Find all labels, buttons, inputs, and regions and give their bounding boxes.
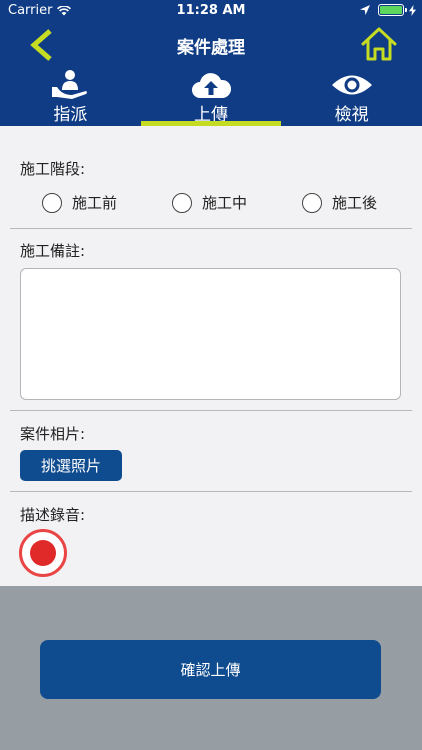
home-button[interactable]: home-icon	[360, 26, 398, 62]
radio-circle[interactable]	[42, 192, 62, 213]
record-icon	[30, 540, 56, 566]
tab-assign[interactable]: 指派	[0, 68, 141, 126]
recording-label: 描述錄音:	[20, 506, 86, 524]
radio-label: 施工中	[202, 194, 248, 212]
cloud-upload-icon	[191, 73, 232, 98]
upload-form: 施工階段: 施工前 施工中 施工後 施工備註: 案件相片: 挑選照片 描述錄音:	[0, 126, 422, 586]
footer: 確認上傳	[0, 586, 422, 750]
tab-assign-label: 指派	[53, 105, 88, 125]
tab-upload[interactable]: 上傳	[140, 68, 282, 126]
eye-icon	[331, 75, 372, 95]
battery-cap	[405, 8, 407, 12]
battery-level	[380, 6, 402, 14]
notes-input[interactable]	[20, 268, 401, 400]
divider	[10, 228, 412, 229]
record-button[interactable]	[19, 529, 67, 577]
divider	[10, 410, 412, 411]
status-time: 11:28 AM	[176, 3, 246, 18]
tab-view-label: 檢視	[334, 105, 369, 125]
app-header: Carrier 11:28 AM chevron-left-icon	[0, 0, 422, 126]
radio-circle[interactable]	[172, 192, 192, 213]
status-right	[360, 4, 416, 16]
page-title: 案件處理	[177, 38, 245, 58]
location-arrow-icon	[360, 5, 370, 15]
radio-before-construction[interactable]: 施工前	[42, 192, 117, 213]
pick-photo-button[interactable]: 挑選照片	[20, 450, 122, 481]
radio-during-construction[interactable]: 施工中	[172, 192, 247, 213]
confirm-upload-button[interactable]: 確認上傳	[40, 640, 381, 699]
radio-after-construction[interactable]: 施工後	[302, 192, 377, 213]
radio-label: 施工後	[332, 194, 378, 212]
divider	[10, 491, 412, 492]
radio-circle[interactable]	[302, 192, 322, 213]
stage-label: 施工階段:	[20, 160, 86, 178]
nav-bar: chevron-left-icon 案件處理 home-icon	[0, 22, 422, 66]
tab-view[interactable]: 檢視	[281, 68, 422, 126]
charging-bolt-icon	[409, 4, 416, 16]
status-bar: Carrier 11:28 AM	[0, 0, 422, 22]
assign-hand-icon	[52, 70, 88, 99]
tab-bar: 指派 上傳 檢視	[0, 68, 422, 126]
radio-label: 施工前	[72, 194, 118, 212]
battery-icon	[378, 4, 407, 16]
photos-label: 案件相片:	[20, 425, 86, 443]
notes-label: 施工備註:	[20, 242, 86, 260]
